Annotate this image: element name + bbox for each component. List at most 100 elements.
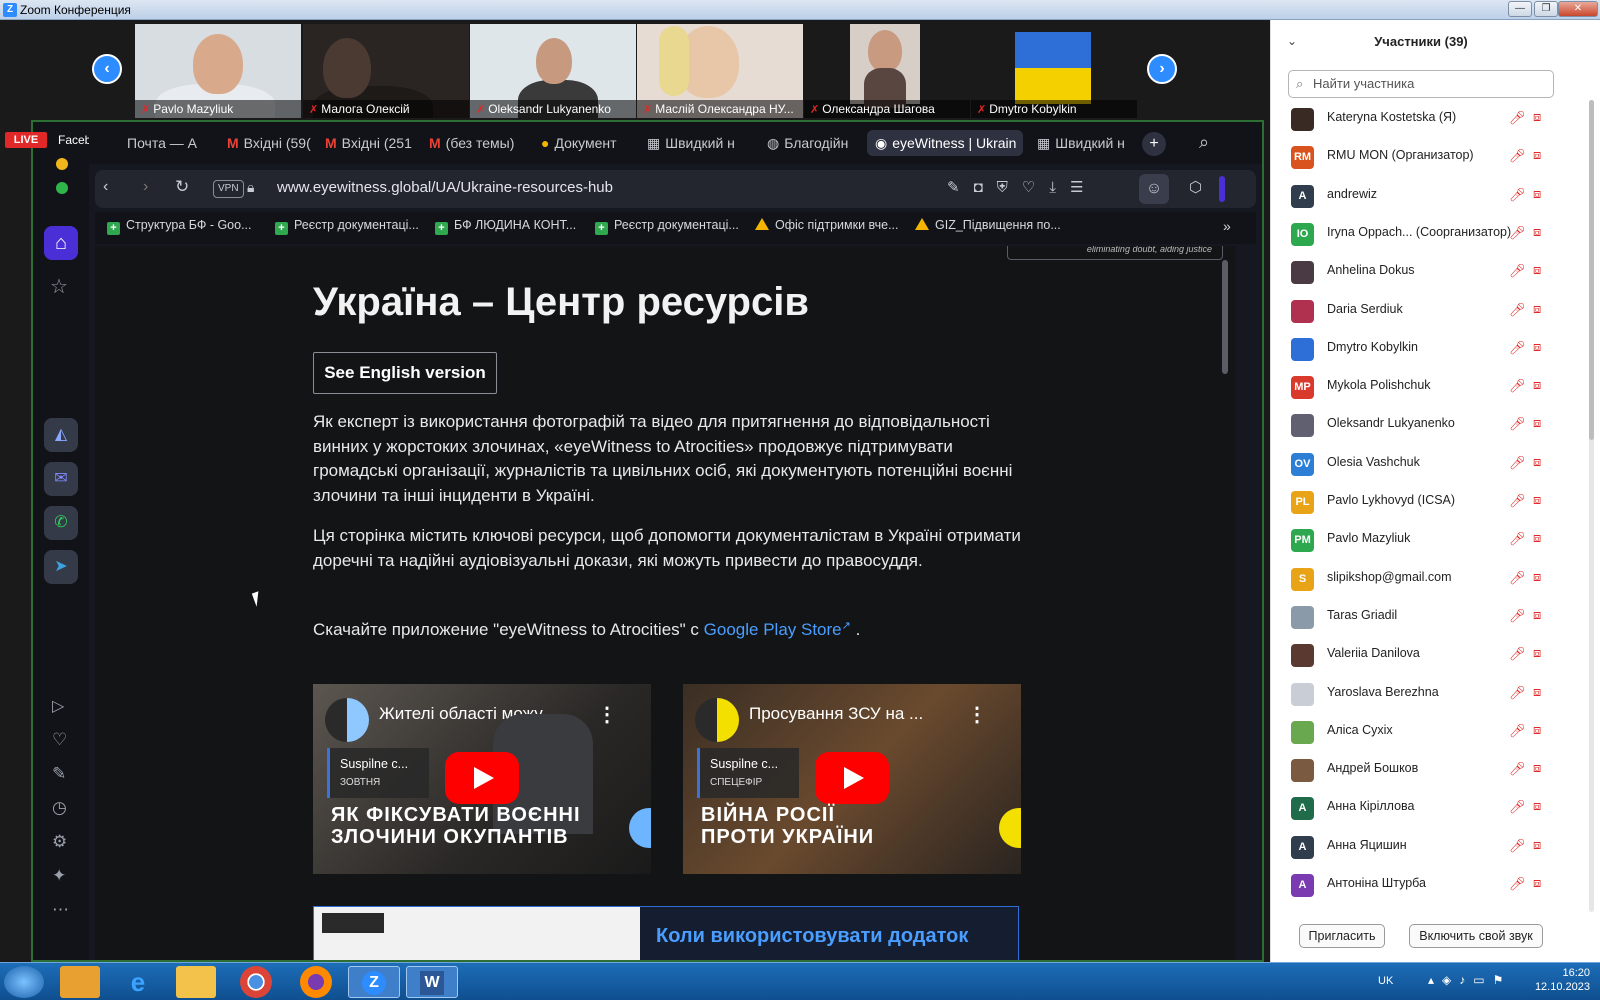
browser-tab[interactable]: M Вхідні (59(: [227, 130, 321, 156]
participant-row[interactable]: Taras Griadil 🎤︎ ⧈: [1271, 598, 1571, 636]
participant-row[interactable]: A Антоніна Штурба 🎤︎ ⧈: [1271, 866, 1571, 904]
invite-button[interactable]: Пригласить: [1299, 924, 1385, 948]
reload-icon[interactable]: ↻: [175, 177, 189, 197]
clock[interactable]: 16:20 12.10.2023: [1535, 966, 1590, 994]
player-icon[interactable]: ▷: [52, 696, 64, 716]
live-badge[interactable]: LIVE: [5, 132, 47, 148]
video-tile[interactable]: ✗ Pavlo Mazyliuk: [135, 24, 301, 118]
tray-icons[interactable]: ▴◈♪▭⚑: [1428, 973, 1511, 987]
bookmark-item[interactable]: + Реєстр документаці...: [595, 218, 739, 235]
word-taskbar-icon[interactable]: W: [406, 966, 458, 998]
chrome-icon[interactable]: [240, 966, 272, 998]
resource-card[interactable]: Коли використовувати додаток: [313, 906, 1019, 960]
history-icon[interactable]: ◷: [52, 798, 67, 818]
participant-row[interactable]: Yaroslava Berezhna 🎤︎ ⧈: [1271, 675, 1571, 713]
maximize-button[interactable]: ❐: [1534, 1, 1558, 17]
participant-row[interactable]: Anhelina Dokus 🎤︎ ⧈: [1271, 253, 1571, 291]
browser-tab[interactable]: M (без темы): [429, 130, 529, 156]
more-icon[interactable]: ⋯: [52, 900, 69, 920]
participant-row[interactable]: Kateryna Kostetska (Я) 🎤︎ ⧈: [1271, 100, 1571, 138]
minimize-button[interactable]: —: [1508, 1, 1532, 17]
browser-tab[interactable]: ● Документ: [541, 130, 639, 156]
new-tab-button[interactable]: +: [1142, 132, 1166, 156]
close-window-button[interactable]: ✕: [1558, 1, 1598, 17]
participant-row[interactable]: Dmytro Kobylkin 🎤︎ ⧈: [1271, 330, 1571, 368]
channel-avatar: [695, 698, 739, 742]
whatsapp-icon[interactable]: ✆: [44, 506, 78, 540]
browser-tab[interactable]: Почта — А: [127, 130, 223, 156]
youtube-video-2[interactable]: Просування ЗСУ на ... ⋮ Suspilne с... СПЕ…: [683, 684, 1021, 874]
participant-row[interactable]: Sslipikshop@gmail.com 🎤︎ ⧈: [1271, 560, 1571, 598]
see-english-version-button[interactable]: See English version: [313, 352, 497, 394]
google-play-link[interactable]: Google Play Store: [704, 620, 842, 639]
participant-row[interactable]: Аліса Сухіх 🎤︎ ⧈: [1271, 713, 1571, 751]
muted-mic-icon: 🎤︎: [1509, 607, 1526, 623]
internet-explorer-icon[interactable]: e: [118, 966, 158, 998]
browser-tab[interactable]: ▦ Швидкий н: [647, 130, 743, 156]
bookmark-item[interactable]: + Структура БФ - Goo...: [107, 218, 252, 235]
unmute-button[interactable]: Включить свой звук: [1409, 924, 1543, 948]
start-button[interactable]: [4, 966, 44, 998]
video-menu-icon[interactable]: ⋮: [967, 702, 987, 727]
participant-row[interactable]: Valeriia Danilova 🎤︎ ⧈: [1271, 636, 1571, 674]
star-icon[interactable]: ☆: [50, 274, 68, 299]
bookmark-item[interactable]: Офіс підтримки вче...: [755, 218, 899, 232]
video-menu-icon[interactable]: ⋮: [597, 702, 617, 727]
participant-scrollbar[interactable]: [1589, 100, 1594, 912]
bookmarks-more-button[interactable]: »: [1223, 218, 1231, 234]
forward-icon[interactable]: ›: [143, 178, 148, 196]
bookmark-item[interactable]: + БФ ЛЮДИНА КОНТ...: [435, 218, 576, 235]
search-tabs-icon[interactable]: ⌕: [1199, 132, 1209, 153]
participant-search-input[interactable]: ⌕ Найти участника: [1288, 70, 1554, 98]
gallery-next-button[interactable]: ›: [1147, 54, 1177, 84]
toolbar-icons[interactable]: ✎◘⛨♡⤓☰: [947, 178, 1097, 196]
heart-icon[interactable]: ♡: [52, 730, 67, 750]
bookmark-item[interactable]: GIZ_Підвищення по...: [915, 218, 1061, 232]
language-indicator[interactable]: UK: [1378, 975, 1393, 987]
participant-row[interactable]: IO Iryna Oppach... (Соорганизатор) 🎤︎ ⧈: [1271, 215, 1571, 253]
pinboard-icon[interactable]: ✎: [52, 764, 66, 784]
video-tile[interactable]: ✗ Oleksandr Lukyanenko: [470, 24, 636, 118]
video-tile[interactable]: ✗ Олександра Шагова: [804, 24, 970, 118]
messenger-icon[interactable]: ✉: [44, 462, 78, 496]
gallery-prev-button[interactable]: ‹: [92, 54, 122, 84]
browser-tab-active[interactable]: ◉ eyeWitness | Ukrain: [867, 130, 1023, 156]
bookmark-item[interactable]: + Реєстр документаці...: [275, 218, 419, 235]
home-icon[interactable]: ⌂: [44, 226, 78, 260]
profile-icon[interactable]: ☺: [1139, 174, 1169, 204]
participant-row[interactable]: Daria Serdiuk 🎤︎ ⧈: [1271, 292, 1571, 330]
participant-row[interactable]: Oleksandr Lukyanenko 🎤︎ ⧈: [1271, 406, 1571, 444]
participant-row[interactable]: RM RMU MON (Организатор) 🎤︎ ⧈: [1271, 138, 1571, 176]
video-tile[interactable]: ✗ Малога Олексій: [303, 24, 469, 118]
settings-icon[interactable]: ⚙: [52, 832, 67, 852]
participant-row[interactable]: Андрей Бошков 🎤︎ ⧈: [1271, 751, 1571, 789]
browser-tab[interactable]: ▦ Швидкий н: [1037, 130, 1135, 156]
back-icon[interactable]: ‹: [103, 178, 108, 196]
youtube-play-icon[interactable]: [815, 752, 889, 804]
explorer-icon[interactable]: [176, 966, 216, 998]
extensions-icon[interactable]: ⬡: [1189, 178, 1202, 196]
media-player-icon[interactable]: [60, 966, 100, 998]
participant-row[interactable]: OV Olesia Vashchuk 🎤︎ ⧈: [1271, 445, 1571, 483]
youtube-play-icon[interactable]: [445, 752, 519, 804]
browser-tab[interactable]: M Вхідні (251: [325, 130, 421, 156]
tips-icon[interactable]: ✦: [52, 866, 66, 886]
video-tile[interactable]: ✗ Маслій Олександра НУ...: [637, 24, 803, 118]
video-tile[interactable]: ✗ Dmytro Kobylkin: [971, 24, 1137, 118]
vpn-badge[interactable]: VPN: [213, 180, 244, 198]
telegram-icon[interactable]: ➤: [44, 550, 78, 584]
participant-row[interactable]: A Анна Кіріллова 🎤︎ ⧈: [1271, 789, 1571, 827]
participant-row[interactable]: Aandrewiz 🎤︎ ⧈: [1271, 177, 1571, 215]
participant-row[interactable]: PM Pavlo Mazyliuk 🎤︎ ⧈: [1271, 521, 1571, 559]
firefox-icon[interactable]: [300, 966, 332, 998]
participant-row[interactable]: MP Mykola Polishchuk 🎤︎ ⧈: [1271, 368, 1571, 406]
url-field[interactable]: www.eyewitness.global/UA/Ukraine-resourc…: [277, 179, 613, 196]
browser-tab[interactable]: ◍ Благодійн: [767, 130, 861, 156]
aria-icon[interactable]: ◭: [44, 418, 78, 452]
page-scrollbar[interactable]: [1222, 260, 1228, 374]
participant-row[interactable]: A Анна Яцишин 🎤︎ ⧈: [1271, 828, 1571, 866]
youtube-video-1[interactable]: Жителі області можу... ⋮ Suspilne с... ЗО…: [313, 684, 651, 874]
sidebar-handle[interactable]: [1219, 176, 1225, 202]
zoom-taskbar-icon[interactable]: Z: [348, 966, 400, 998]
participant-row[interactable]: PL Pavlo Lykhovyd (ICSA) 🎤︎ ⧈: [1271, 483, 1571, 521]
